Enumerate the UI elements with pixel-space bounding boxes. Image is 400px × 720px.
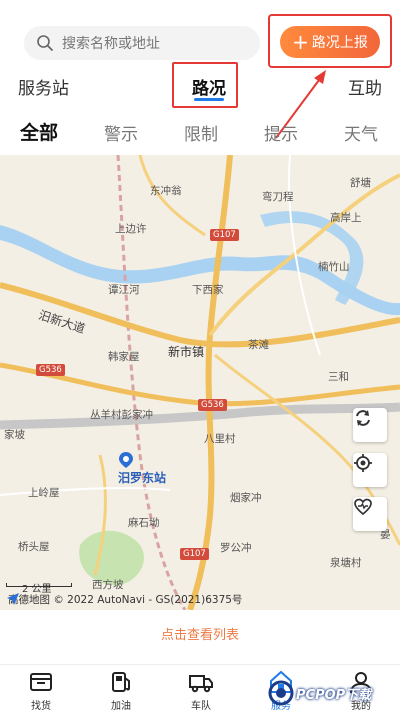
scale-bar (6, 583, 72, 587)
map-copyright: 高德地图 © 2022 AutoNavi - GS(2021)6375号 (6, 592, 242, 607)
station-icon (119, 452, 133, 468)
map-place-label: 舒塘 (350, 177, 371, 189)
refresh-button[interactable] (353, 408, 387, 442)
map-place-label: 新市镇 (168, 345, 205, 359)
nav-item-fleet[interactable]: 车队 (176, 669, 226, 712)
map-place-label: 上边许 (115, 223, 147, 235)
favorite-button[interactable] (353, 497, 387, 531)
map-place-label: 罗公冲 (220, 542, 252, 554)
locate-button[interactable] (353, 453, 387, 487)
map-place-label: 下西家 (192, 284, 224, 296)
copyright-text: 高德地图 © 2022 AutoNavi - GS(2021)6375号 (8, 594, 243, 606)
category-all[interactable]: 全部 (20, 118, 58, 145)
watermark-text: PCPOP下载 (296, 687, 372, 703)
nav-label: 加油 (111, 701, 131, 712)
road-tag: G536 (198, 399, 227, 411)
station-label: 汨罗东站 (118, 471, 167, 485)
heart-icon (354, 498, 372, 516)
map-place-label: 桥头屋 (18, 541, 50, 553)
nav-item-find-cargo[interactable]: 找货 (16, 669, 66, 712)
view-list-link[interactable]: 点击查看列表 (0, 624, 400, 643)
road-condition-page: 搜索名称或地址 + 路况上报 服务站 路况 互助 全部 警示 限制 提示 天气 (0, 0, 400, 720)
map-place-label: 上岭屋 (28, 487, 60, 499)
map-place-label: 三和 (328, 371, 349, 383)
map-place-label: 麻石坳 (128, 517, 160, 529)
map-place-label: 弯刀程 (262, 191, 294, 203)
cargo-icon (30, 673, 52, 691)
watermark: PCPOP下载 (268, 680, 371, 706)
map-place-label: 楠竹山 (318, 261, 350, 273)
map-place-label: 西方坡 (92, 579, 124, 591)
map-place-label: 泉塘村 (330, 557, 362, 569)
map-place-label: 丛羊村彭家冲 (90, 409, 153, 421)
refresh-icon (356, 410, 370, 426)
map-place-label: 谭江河 (108, 284, 140, 296)
map-place-label: 家坡 (4, 429, 25, 441)
category-warning[interactable]: 警示 (104, 120, 138, 145)
category-restriction[interactable]: 限制 (184, 120, 218, 145)
map-place-label: 高岸上 (330, 212, 362, 224)
pcpop-logo-icon (268, 680, 294, 706)
category-tip[interactable]: 提示 (264, 120, 298, 145)
nav-label: 找货 (31, 701, 51, 712)
map-place-label: 烟家冲 (230, 492, 262, 504)
road-tag: G107 (180, 548, 209, 560)
category-tabs: 全部 警示 限制 提示 天气 (0, 112, 400, 152)
locate-icon (354, 454, 372, 472)
nav-item-fuel[interactable]: 加油 (96, 669, 146, 712)
map-place-label: 东冲翁 (150, 185, 182, 197)
nav-label: 车队 (191, 701, 211, 712)
road-tag: G536 (36, 364, 65, 376)
truck-icon (189, 675, 213, 693)
fuel-icon (112, 672, 130, 692)
navigation-arrow-icon (7, 593, 19, 605)
map-place-label: 韩家屋 (108, 351, 140, 363)
map-view[interactable]: 东冲翁 弯刀程 舒塘 上边许 高岸上 楠竹山 谭江河 下西家 新市镇 茶滩 韩家… (0, 155, 400, 610)
map-place-label: 茶滩 (248, 339, 269, 351)
category-weather[interactable]: 天气 (344, 120, 378, 145)
map-place-label: 八里村 (204, 433, 236, 445)
road-tag: G107 (210, 229, 239, 241)
